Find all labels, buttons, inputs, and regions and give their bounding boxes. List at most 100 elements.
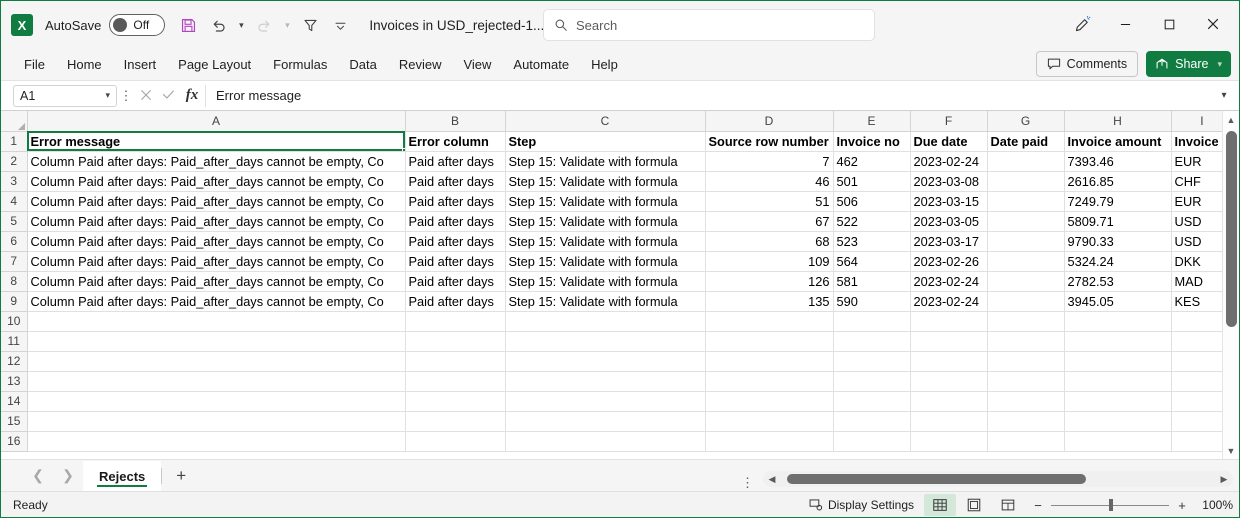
undo-dropdown-chevron-down-icon[interactable]: ▾ bbox=[233, 10, 249, 40]
autosave-toggle[interactable]: Off bbox=[109, 14, 166, 36]
cell[interactable]: 126 bbox=[704, 270, 834, 292]
column-header-a[interactable]: A bbox=[26, 111, 406, 132]
cell[interactable]: Step 15: Validate with formula bbox=[504, 150, 706, 172]
cell[interactable]: 2023-02-24 bbox=[909, 290, 988, 312]
column-header-e[interactable]: E bbox=[832, 111, 911, 132]
cell[interactable]: 5809.71 bbox=[1063, 210, 1172, 232]
horizontal-scrollbar[interactable]: ◀ ▶ bbox=[763, 471, 1233, 487]
cell[interactable] bbox=[504, 310, 706, 332]
cell[interactable] bbox=[26, 310, 406, 332]
cell[interactable]: 2023-03-17 bbox=[909, 230, 988, 252]
sheet-tab-rejects[interactable]: Rejects bbox=[83, 461, 162, 491]
cell[interactable]: 2023-03-15 bbox=[909, 190, 988, 212]
cell[interactable]: 135 bbox=[704, 290, 834, 312]
cell[interactable]: 2023-02-26 bbox=[909, 250, 988, 272]
cell[interactable] bbox=[504, 390, 706, 412]
column-header-c[interactable]: C bbox=[504, 111, 706, 132]
horizontal-scroll-thumb[interactable] bbox=[787, 474, 1086, 484]
cell[interactable]: 51 bbox=[704, 190, 834, 212]
row-header-5[interactable]: 5 bbox=[1, 210, 28, 232]
row-header-4[interactable]: 4 bbox=[1, 190, 28, 212]
cell[interactable] bbox=[504, 410, 706, 432]
cell[interactable] bbox=[404, 410, 506, 432]
cell[interactable] bbox=[504, 430, 706, 452]
cell[interactable]: Column Paid after days: Paid_after_days … bbox=[26, 170, 406, 192]
cell[interactable]: Paid after days bbox=[404, 150, 506, 172]
row-header-11[interactable]: 11 bbox=[1, 330, 28, 352]
column-header-d[interactable]: D bbox=[704, 111, 834, 132]
cell[interactable] bbox=[404, 390, 506, 412]
select-all-corner[interactable] bbox=[1, 111, 28, 132]
all-sheets-menu-icon[interactable]: ⋮ bbox=[741, 476, 754, 489]
cell[interactable] bbox=[986, 430, 1065, 452]
insert-function-icon[interactable]: fx bbox=[179, 87, 205, 104]
cell[interactable]: 522 bbox=[832, 210, 911, 232]
cell[interactable]: Column Paid after days: Paid_after_days … bbox=[26, 190, 406, 212]
cell[interactable] bbox=[26, 390, 406, 412]
name-box-chevron-down-icon[interactable]: ▾ bbox=[105, 90, 110, 101]
display-settings-button[interactable]: Display Settings bbox=[801, 494, 922, 516]
cell[interactable] bbox=[909, 310, 988, 332]
cell[interactable]: Column Paid after days: Paid_after_days … bbox=[26, 290, 406, 312]
zoom-in-button[interactable]: + bbox=[1176, 498, 1188, 513]
cell[interactable] bbox=[504, 330, 706, 352]
customize-quick-access-icon[interactable] bbox=[325, 10, 355, 40]
row-header-1[interactable]: 1 bbox=[1, 130, 28, 152]
cell[interactable]: 506 bbox=[832, 190, 911, 212]
vertical-scrollbar[interactable]: ▲ ▼ bbox=[1222, 111, 1239, 459]
row-header-7[interactable]: 7 bbox=[1, 250, 28, 272]
cell[interactable] bbox=[986, 270, 1065, 292]
scroll-down-arrow-icon[interactable]: ▼ bbox=[1223, 442, 1240, 459]
cancel-icon[interactable] bbox=[135, 88, 157, 104]
column-header-h[interactable]: H bbox=[1063, 111, 1172, 132]
tab-help[interactable]: Help bbox=[580, 53, 629, 76]
document-name[interactable]: Invoices in USD_rejected-1... ▾ bbox=[369, 18, 555, 33]
cell[interactable]: Paid after days bbox=[404, 170, 506, 192]
cell[interactable]: Column Paid after days: Paid_after_days … bbox=[26, 230, 406, 252]
cell[interactable] bbox=[909, 350, 988, 372]
cell[interactable]: Column Paid after days: Paid_after_days … bbox=[26, 150, 406, 172]
cell[interactable] bbox=[404, 370, 506, 392]
cell[interactable]: Column Paid after days: Paid_after_days … bbox=[26, 270, 406, 292]
fill-handle[interactable] bbox=[401, 147, 404, 150]
cell[interactable]: Step 15: Validate with formula bbox=[504, 210, 706, 232]
cell[interactable] bbox=[1063, 410, 1172, 432]
cell[interactable] bbox=[832, 370, 911, 392]
comments-button[interactable]: Comments bbox=[1035, 51, 1139, 77]
tab-view[interactable]: View bbox=[452, 53, 502, 76]
cell[interactable]: Step 15: Validate with formula bbox=[504, 170, 706, 192]
cell[interactable]: Step 15: Validate with formula bbox=[504, 230, 706, 252]
cell[interactable] bbox=[909, 410, 988, 432]
cell[interactable]: Step 15: Validate with formula bbox=[504, 290, 706, 312]
row-header-15[interactable]: 15 bbox=[1, 410, 28, 432]
tab-page-layout[interactable]: Page Layout bbox=[167, 53, 262, 76]
page-break-preview-icon[interactable] bbox=[992, 494, 1024, 516]
tab-automate[interactable]: Automate bbox=[502, 53, 580, 76]
cell[interactable] bbox=[404, 310, 506, 332]
cell[interactable] bbox=[504, 350, 706, 372]
cell[interactable]: 523 bbox=[832, 230, 911, 252]
cell[interactable] bbox=[832, 390, 911, 412]
cell[interactable] bbox=[404, 350, 506, 372]
cell[interactable]: 3945.05 bbox=[1063, 290, 1172, 312]
cell[interactable] bbox=[986, 350, 1065, 372]
cell[interactable] bbox=[704, 330, 834, 352]
cell[interactable] bbox=[986, 370, 1065, 392]
zoom-slider-thumb[interactable] bbox=[1109, 499, 1113, 511]
cell[interactable]: 2023-02-24 bbox=[909, 270, 988, 292]
cell[interactable] bbox=[909, 370, 988, 392]
name-box[interactable]: A1 ▾ bbox=[13, 84, 117, 107]
cell[interactable]: Paid after days bbox=[404, 210, 506, 232]
header-cell[interactable]: Invoice amount bbox=[1063, 130, 1172, 152]
cell[interactable] bbox=[986, 190, 1065, 212]
close-button[interactable] bbox=[1191, 7, 1235, 41]
cell[interactable] bbox=[26, 330, 406, 352]
cell[interactable]: 2023-02-24 bbox=[909, 150, 988, 172]
row-header-13[interactable]: 13 bbox=[1, 370, 28, 392]
column-header-g[interactable]: G bbox=[986, 111, 1065, 132]
tab-formulas[interactable]: Formulas bbox=[262, 53, 338, 76]
filter-icon[interactable] bbox=[295, 10, 325, 40]
cell[interactable] bbox=[26, 350, 406, 372]
cell[interactable] bbox=[704, 350, 834, 372]
cell[interactable]: 581 bbox=[832, 270, 911, 292]
